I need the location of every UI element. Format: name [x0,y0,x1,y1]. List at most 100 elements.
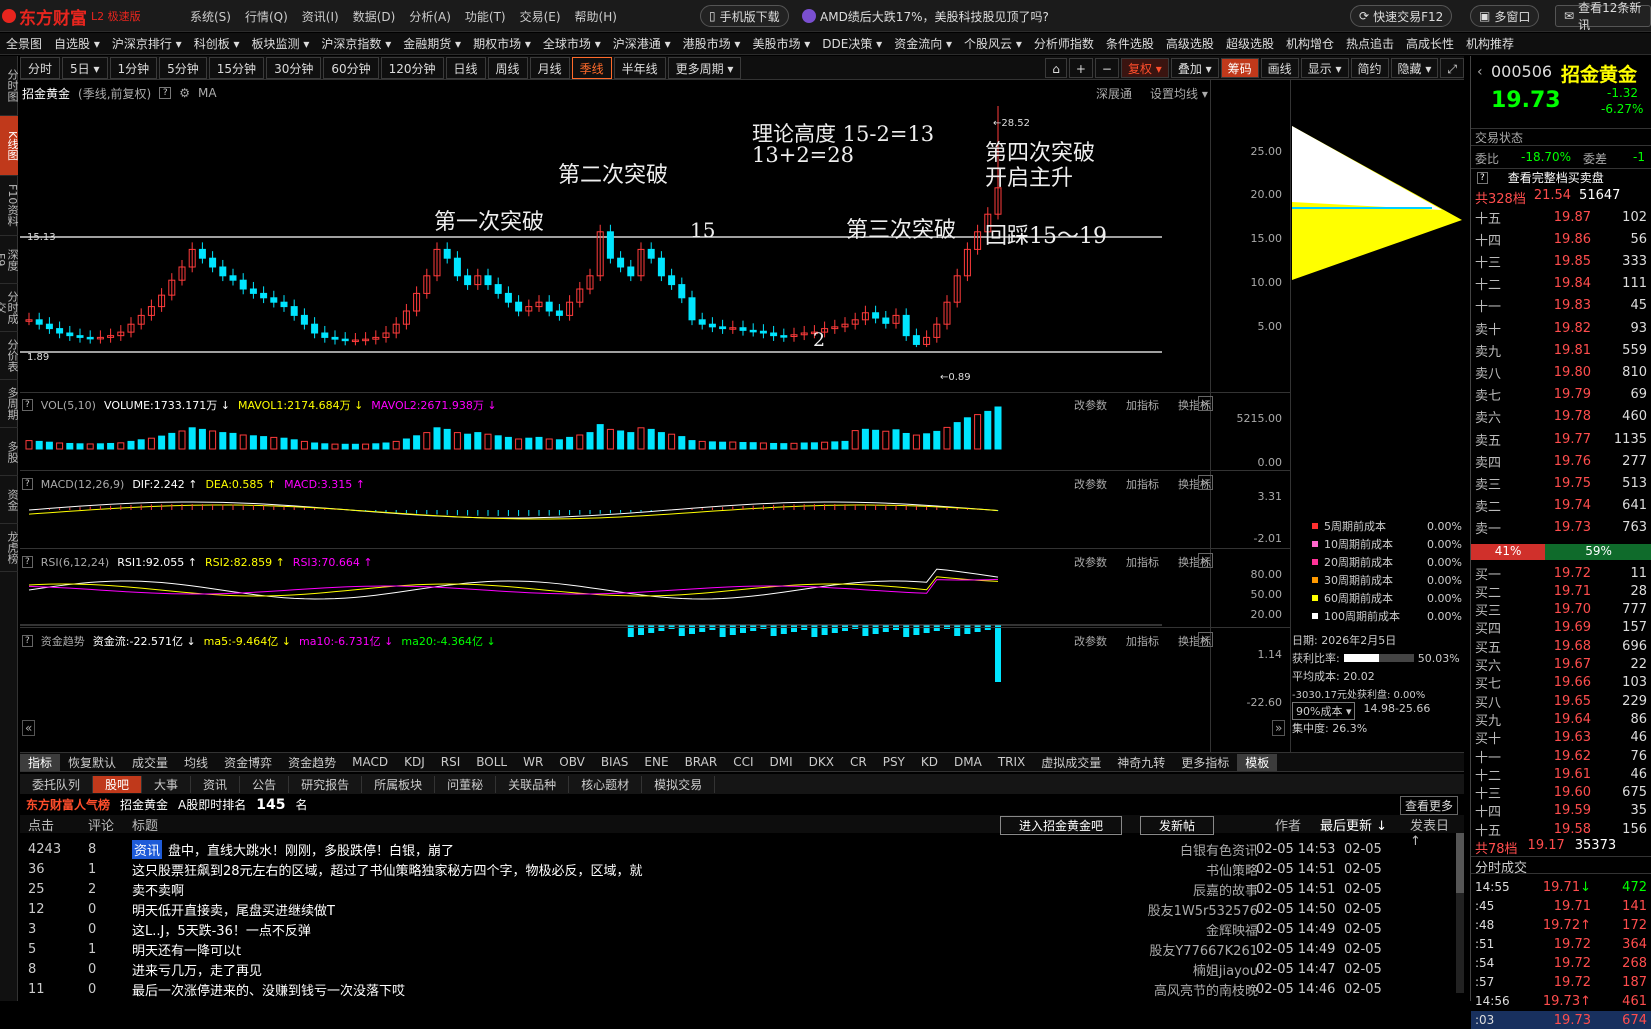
indicator-tab[interactable]: ENE [636,755,676,769]
news-count-button[interactable]: ✉ 查看12条新讯 [1555,1,1651,32]
info-tab[interactable]: 问董秘 [435,775,497,793]
buy-level[interactable]: 买五 19.68 696 [1471,637,1651,656]
sell-level[interactable]: 卖一 19.73 763 [1471,519,1651,537]
view-more-button[interactable]: 查看更多 [1400,796,1459,815]
indicator-tab[interactable]: DMI [762,755,801,769]
market-menu-item[interactable]: 个股风云 ▾ [958,35,1028,52]
buy-level[interactable]: 买九 19.64 86 [1471,710,1651,729]
post-author[interactable]: 辰嘉的故事 [1193,880,1258,899]
buy-level[interactable]: 十三 19.60 675 [1471,784,1651,802]
post-row[interactable]: 3 0 这L..J，5天跌-36！一点不反弹 金辉映福 02-05 14:49 02-05 [28,919,1458,939]
info-tab[interactable]: 委托队列 [20,775,94,793]
close-icon[interactable]: × [1198,632,1214,647]
buy-level[interactable]: 十五 19.58 156 [1471,820,1651,839]
market-menu-item[interactable]: 热点追击 [1340,35,1400,52]
post-author[interactable]: 楠姐jiayou [1193,960,1258,979]
indicator-tab[interactable]: TRIX [990,755,1033,769]
sidebar-tab[interactable]: K线图 [0,116,19,176]
sell-level[interactable]: 卖四 19.76 277 [1471,452,1651,471]
market-menu-item[interactable]: 港股市场 ▾ [677,35,747,52]
news-ticker[interactable]: AMD绩后大跌17%，美股科技股见顶了吗? [802,5,1049,27]
indicator-tab[interactable]: PSY [875,755,913,769]
scroll-left-icon[interactable]: « [22,720,36,736]
info-tab[interactable]: 资讯 [191,775,241,793]
close-icon[interactable]: × [1198,553,1214,568]
help-icon[interactable]: ? [22,399,33,411]
market-menu-item[interactable]: 自选股 ▾ [48,35,106,52]
indicator-control-button[interactable]: 改参数 [1074,554,1107,570]
multi-window-button[interactable]: ▣ 多窗口 [1470,5,1540,27]
simple-button[interactable]: 简约 [1350,57,1389,78]
post-title[interactable]: 这L..J，5天跌-36！一点不反弹 [132,920,311,939]
post-title[interactable]: 这只股票狂飙到28元左右的区域，超过了书仙策略独家秘方四个字，物极必反，区域，就 [132,860,643,879]
buy-level[interactable]: 买八 19.65 229 [1471,692,1651,711]
indicator-tab[interactable]: KDJ [396,755,433,769]
post-title[interactable]: 明天还有一降可以t [132,940,241,959]
period-tab[interactable]: 季线 [571,56,612,79]
post-row[interactable]: 11 0 最后一次涨停进来的、没赚到钱亏一次没落下哎 高风亮节的南枝晚 02-05 14… [28,979,1458,999]
indicator-control-button[interactable]: 加指标 [1126,554,1159,570]
market-menu-item[interactable]: 资金流向 ▾ [888,35,958,52]
enter-forum-button[interactable]: 进入招金黄金吧 [1000,816,1123,835]
indicator-tab[interactable]: CCI [725,755,761,769]
sell-level[interactable]: 十五 19.87 102 [1471,208,1651,227]
market-menu-item[interactable]: 全球市场 ▾ [537,35,607,52]
sidebar-tab[interactable]: 分时成交 [0,284,19,332]
zoom-out-icon[interactable]: − [1094,57,1119,78]
period-tab[interactable]: 1分钟 [109,56,158,79]
sell-level[interactable]: 十三 19.85 333 [1471,252,1651,271]
indicator-control-button[interactable]: 加指标 [1126,476,1159,492]
post-title[interactable]: 进来亏几万，走了再见 [132,960,262,979]
sell-level[interactable]: 卖五 19.77 1135 [1471,430,1651,449]
period-tab[interactable]: 5日 ▾ [62,56,108,79]
lock-icon[interactable]: ⌂ [1045,57,1067,78]
info-tab[interactable]: 股吧 [93,775,143,793]
menu-item[interactable]: 行情(Q) [245,8,288,25]
info-tab[interactable]: 大事 [142,775,192,793]
market-menu-item[interactable]: 全景图 [0,35,48,52]
sidebar-tab[interactable]: F10资料 [0,176,19,236]
market-menu-item[interactable]: 沪深京指数 ▾ [315,35,397,52]
market-menu-item[interactable]: 超级选股 [1220,35,1280,52]
close-icon[interactable]: × [1198,396,1214,411]
close-icon[interactable]: × [1198,475,1214,490]
post-title[interactable]: 明天低开直接卖，尾盘买进继续做T [132,900,335,919]
period-tab[interactable]: 半年线 [613,56,666,79]
market-menu-item[interactable]: 沪深港通 ▾ [607,35,677,52]
buy-level[interactable]: 买二 19.71 28 [1471,582,1651,601]
post-row[interactable]: 12 0 明天低开直接卖，尾盘买进继续做T 股友1W5r532576 02-05 14:… [28,899,1458,919]
sell-level[interactable]: 卖六 19.78 460 [1471,408,1651,426]
market-menu-item[interactable]: DDE决策 ▾ [816,35,888,52]
post-author[interactable]: 高风亮节的南枝晚 [1154,980,1258,999]
indicator-tab[interactable]: 资金趋势 [280,754,344,771]
sell-level[interactable]: 卖十 19.82 93 [1471,319,1651,338]
indicator-tab[interactable]: BOLL [468,755,515,769]
indicator-tab[interactable]: BIAS [593,755,637,769]
sidebar-tab[interactable]: 分价表 [0,332,19,380]
help-icon[interactable]: ? [22,556,33,568]
period-tab[interactable]: 月线 [529,56,570,79]
buy-level[interactable]: 十一 19.62 76 [1471,747,1651,766]
market-menu-item[interactable]: 金融期货 ▾ [397,35,467,52]
market-menu-item[interactable]: 高成长性 [1400,35,1460,52]
market-menu-item[interactable]: 高级选股 [1160,35,1220,52]
overlay-button[interactable]: 叠加 ▾ [1170,57,1219,78]
period-tab[interactable]: 60分钟 [323,56,379,79]
sell-level[interactable]: 卖七 19.79 69 [1471,386,1651,404]
sell-level[interactable]: 卖二 19.74 641 [1471,497,1651,515]
menu-item[interactable]: 功能(T) [465,8,506,25]
sell-level[interactable]: 十四 19.86 56 [1471,230,1651,249]
sidebar-tab[interactable]: 分时图 [0,56,19,116]
period-tab[interactable]: 5分钟 [159,56,207,79]
draw-line-button[interactable]: 画线 [1260,57,1299,78]
col-updated[interactable]: 最后更新 ↓ [1320,815,1387,834]
indicator-tab[interactable]: BRAR [677,755,726,769]
sidebar-tab[interactable]: 龙虎榜 [0,524,19,572]
fullscreen-icon[interactable]: ⤢ [1440,57,1464,78]
menu-item[interactable]: 资讯(I) [302,8,339,25]
buy-level[interactable]: 买十 19.63 46 [1471,729,1651,747]
period-tab[interactable]: 更多周期 ▾ [667,56,742,79]
post-title[interactable]: 卖不卖啊 [132,880,184,899]
restore-button[interactable]: 复权 ▾ [1120,57,1169,78]
post-title[interactable]: 最后一次涨停进来的、没赚到钱亏一次没落下哎 [132,980,405,999]
